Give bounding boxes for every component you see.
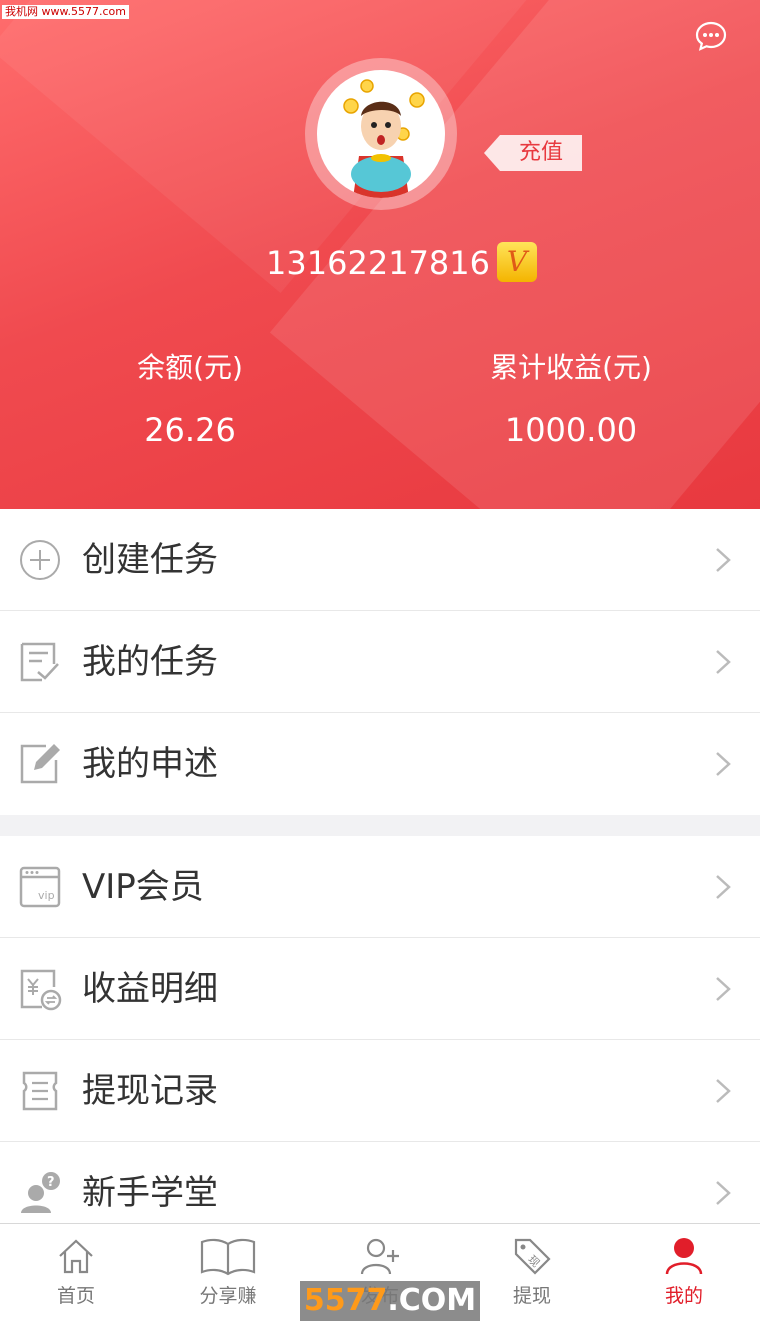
menu-item-earnings-detail[interactable]: 收益明细 — [0, 938, 760, 1040]
tab-label: 分享赚 — [199, 1285, 257, 1307]
menu-item-my-appeals[interactable]: 我的申述 — [0, 713, 760, 815]
earnings-detail-icon — [20, 969, 62, 1011]
earnings-value: 1000.00 — [504, 411, 638, 449]
message-icon[interactable] — [695, 20, 727, 52]
svg-text:vip: vip — [38, 889, 55, 902]
menu-item-label: 提现记录 — [82, 1071, 218, 1111]
chevron-right-icon — [716, 875, 731, 899]
menu-group-account: vip VIP会员 收益明细 提现记录 ? 新手学堂 — [0, 836, 760, 1244]
menu-item-my-tasks[interactable]: 我的任务 — [0, 611, 760, 713]
chevron-right-icon — [716, 548, 731, 572]
chevron-right-icon — [716, 752, 731, 776]
menu-group-tasks: 创建任务 我的任务 我的申述 — [0, 509, 760, 815]
tab-label: 我的 — [664, 1285, 703, 1307]
menu-item-label: VIP会员 — [82, 867, 204, 907]
user-phone: 13162217816 — [266, 244, 490, 282]
tab-home[interactable]: 首页 — [0, 1224, 152, 1322]
menu-item-create-task[interactable]: 创建任务 — [0, 509, 760, 611]
chevron-right-icon — [716, 650, 731, 674]
plus-circle-icon — [20, 540, 60, 580]
tab-label: 首页 — [56, 1285, 95, 1307]
site-watermark-bottom: 5577.COM — [300, 1281, 480, 1321]
add-user-icon — [360, 1238, 399, 1275]
vip-badge-letter: V — [506, 245, 528, 278]
site-watermark: 我机网 www.5577.com — [2, 5, 129, 19]
user-icon — [665, 1238, 703, 1275]
app-root: 我机网 www.5577.com 充值 13162217816 V 余额(元) … — [0, 0, 760, 1322]
tab-share-earn[interactable]: 分享赚 — [152, 1224, 304, 1322]
earnings-label: 累计收益(元) — [490, 351, 652, 384]
edit-note-icon — [20, 744, 60, 784]
balance-value: 26.26 — [144, 411, 236, 449]
avatar[interactable] — [317, 70, 445, 198]
home-icon — [59, 1239, 93, 1274]
menu-item-label: 我的申述 — [82, 744, 218, 784]
withdraw-record-icon — [22, 1071, 58, 1111]
book-icon — [200, 1238, 256, 1276]
menu-item-label: 创建任务 — [82, 540, 218, 580]
earnings-stat[interactable]: 累计收益(元) 1000.00 — [421, 348, 721, 452]
balance-label: 余额(元) — [137, 351, 243, 384]
balance-stat[interactable]: 余额(元) 26.26 — [40, 348, 340, 452]
newbie-school-icon: ? — [21, 1172, 60, 1213]
menu-item-label: 收益明细 — [82, 969, 218, 1009]
chevron-right-icon — [716, 977, 731, 1001]
chevron-right-icon — [716, 1079, 731, 1103]
tab-mine[interactable]: 我的 — [608, 1224, 760, 1322]
vip-card-icon: vip — [19, 866, 61, 908]
tag-icon: 现 — [514, 1238, 551, 1275]
svg-text:?: ? — [47, 1175, 55, 1190]
menu-item-label: 我的任务 — [82, 642, 218, 682]
menu-item-withdraw-record[interactable]: 提现记录 — [0, 1040, 760, 1142]
watermark-prefix: 5577 — [303, 1283, 388, 1318]
vip-badge-icon[interactable]: V — [497, 242, 537, 282]
task-check-icon — [20, 642, 59, 682]
profile-header: 我机网 www.5577.com 充值 13162217816 V 余额(元) … — [0, 0, 760, 509]
watermark-suffix: .COM — [387, 1283, 477, 1318]
recharge-label: 充值 — [518, 140, 563, 165]
avatar-illustration — [343, 79, 425, 198]
avatar-ring — [305, 58, 457, 210]
recharge-button[interactable]: 充值 — [484, 135, 582, 171]
chevron-right-icon — [716, 1181, 731, 1205]
menu-item-vip[interactable]: vip VIP会员 — [0, 836, 760, 938]
